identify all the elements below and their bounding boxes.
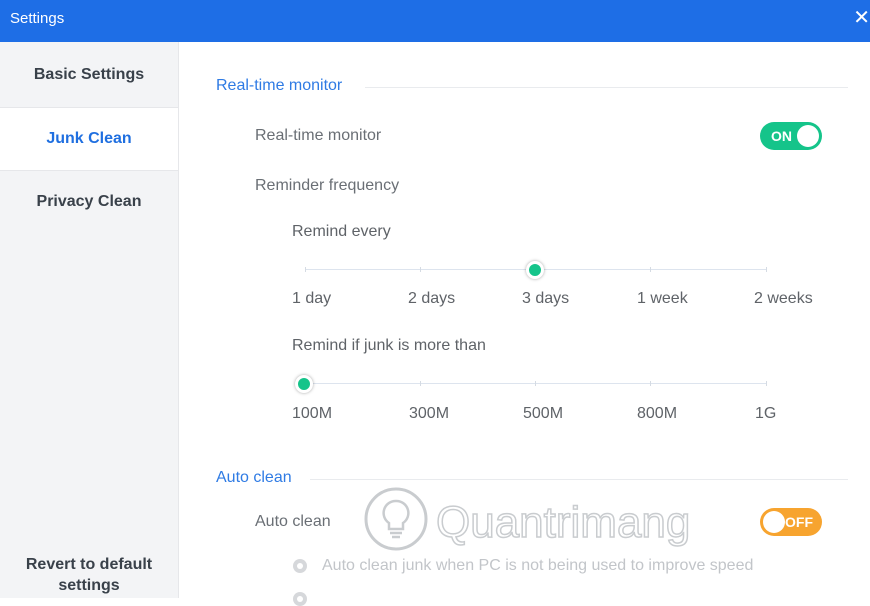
watermark: Quantrimang xyxy=(356,487,716,557)
close-icon[interactable]: ✕ xyxy=(853,7,870,29)
remind-option-3[interactable]: 3 days xyxy=(522,290,569,308)
slider-thumb[interactable] xyxy=(526,261,544,279)
section-divider xyxy=(310,479,848,480)
sidebar-item-label: Privacy Clean xyxy=(36,193,142,210)
remind-every-label: Remind every xyxy=(292,223,391,240)
autoclean-option-label[interactable]: Auto clean junk when PC is not being use… xyxy=(322,557,753,575)
revert-label-line1: Revert to default xyxy=(25,556,153,573)
slider-tick xyxy=(650,381,651,386)
sidebar-item-label: Junk Clean xyxy=(46,130,132,147)
sidebar-item-privacy-clean[interactable]: Privacy Clean xyxy=(0,171,178,233)
remind-option-5[interactable]: 2 weeks xyxy=(754,290,813,308)
toggle-knob xyxy=(797,125,819,147)
slider-tick xyxy=(650,267,651,272)
autoclean-toggle[interactable]: OFF xyxy=(760,508,822,536)
slider-tick xyxy=(766,381,767,386)
revert-label-line2: settings xyxy=(58,577,120,594)
remind-option-2[interactable]: 2 days xyxy=(408,290,455,308)
sidebar-item-label: Basic Settings xyxy=(33,66,145,83)
sidebar-item-basic-settings[interactable]: Basic Settings xyxy=(0,44,178,106)
window-title: Settings xyxy=(10,10,65,27)
slider-tick xyxy=(535,381,536,386)
section-divider xyxy=(365,87,848,88)
realtime-monitor-label: Real-time monitor xyxy=(255,127,382,144)
junk-option-1[interactable]: 100M xyxy=(292,405,332,423)
junk-threshold-label: Remind if junk is more than xyxy=(292,337,486,354)
revert-default-button[interactable]: Revert to default settings xyxy=(0,554,178,596)
junk-option-5[interactable]: 1G xyxy=(755,405,776,423)
slider-thumb[interactable] xyxy=(295,375,313,393)
reminder-frequency-label: Reminder frequency xyxy=(255,177,400,194)
toggle-knob xyxy=(763,511,785,533)
section-title-realtime: Real-time monitor xyxy=(216,77,343,94)
toggle-state-text: ON xyxy=(771,128,792,144)
section-title-autoclean: Auto clean xyxy=(216,469,292,486)
autoclean-option-radio-2[interactable] xyxy=(293,592,307,606)
autoclean-label: Auto clean xyxy=(255,513,331,530)
junk-option-2[interactable]: 300M xyxy=(409,405,449,423)
title-bar: Settings ✕ xyxy=(0,0,870,42)
watermark-text: Quantrimang xyxy=(436,498,690,547)
lightbulb-icon xyxy=(364,487,428,551)
slider-tick xyxy=(420,381,421,386)
remind-option-1[interactable]: 1 day xyxy=(292,290,331,308)
toggle-state-text: OFF xyxy=(785,514,813,530)
sidebar: Basic Settings Junk Clean Privacy Clean … xyxy=(0,42,179,598)
remind-option-4[interactable]: 1 week xyxy=(637,290,688,308)
junk-option-4[interactable]: 800M xyxy=(637,405,677,423)
slider-tick xyxy=(420,267,421,272)
watermark-logo: Quantrimang xyxy=(364,487,691,551)
slider-tick xyxy=(305,267,306,272)
autoclean-option-radio[interactable] xyxy=(293,559,307,573)
sidebar-item-junk-clean[interactable]: Junk Clean xyxy=(0,107,178,171)
slider-tick xyxy=(766,267,767,272)
realtime-monitor-toggle[interactable]: ON xyxy=(760,122,822,150)
junk-option-3[interactable]: 500M xyxy=(523,405,563,423)
